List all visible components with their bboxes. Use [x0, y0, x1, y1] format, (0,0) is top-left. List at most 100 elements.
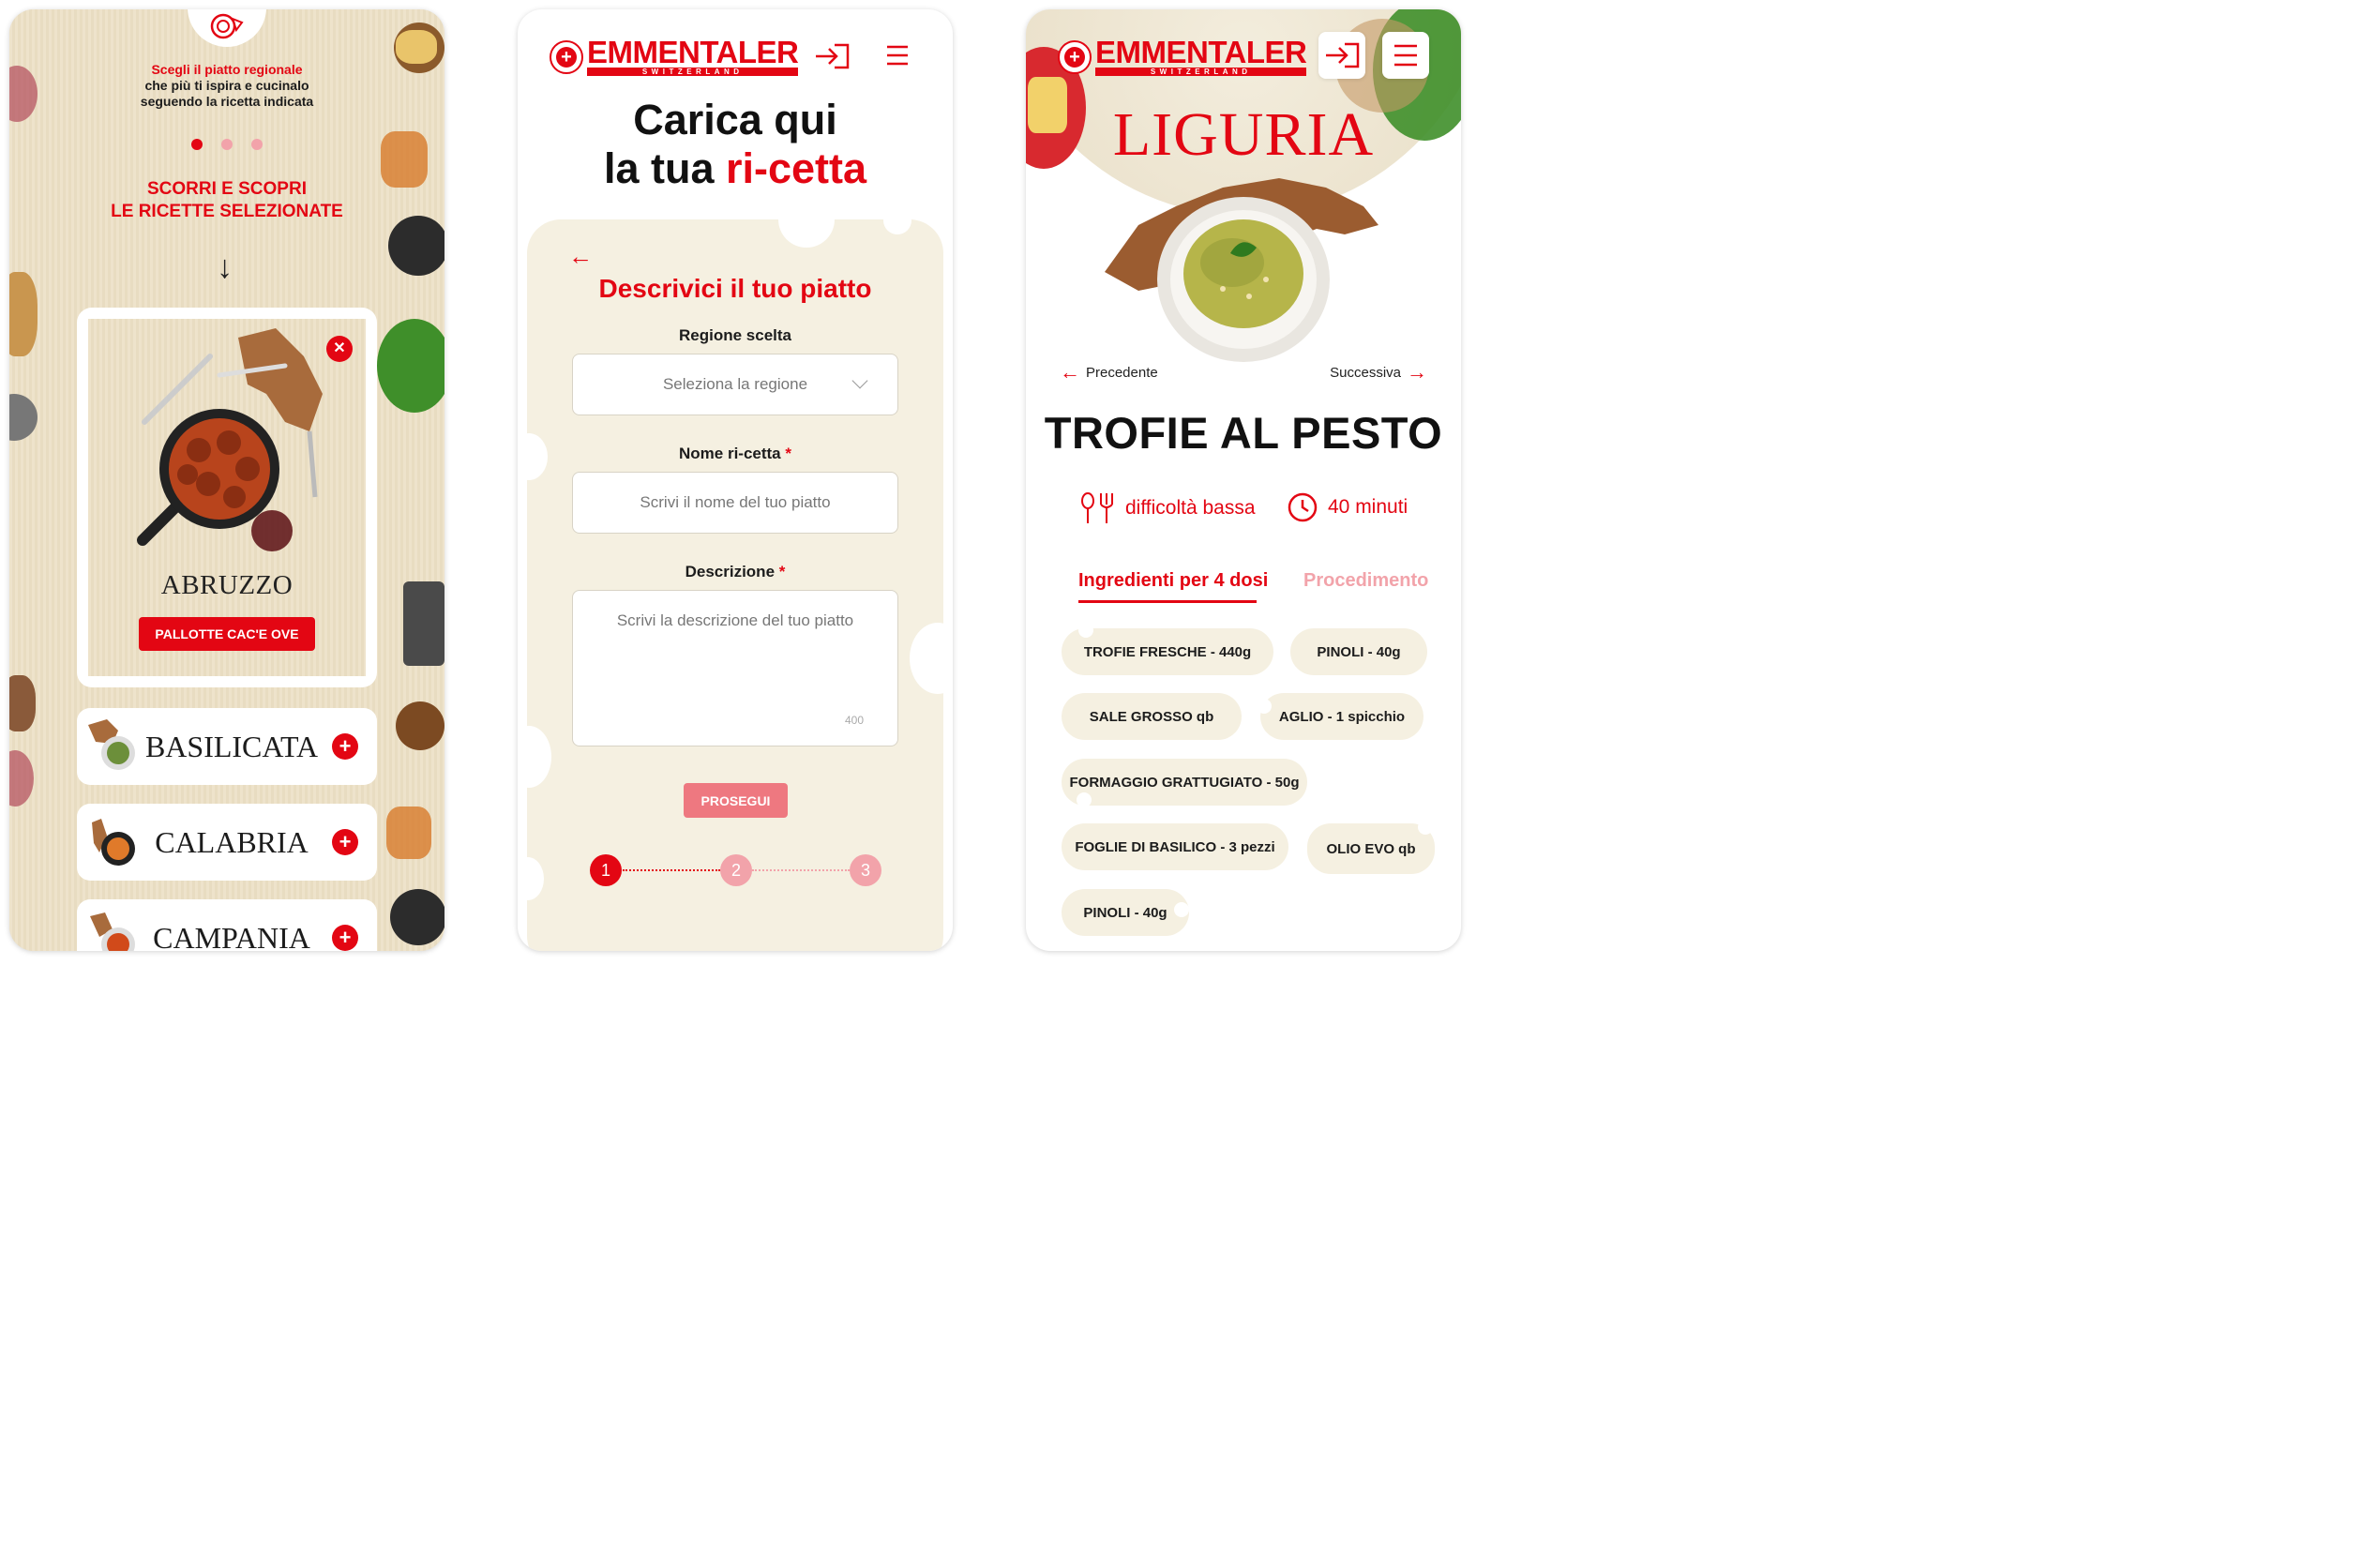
bread-decoration [9, 272, 38, 356]
scroll-heading-line: LE RICETTE SELEZIONATE [111, 202, 343, 221]
plus-icon[interactable]: + [332, 829, 358, 855]
difficulty-info: difficoltà bassa [1078, 491, 1256, 525]
menu-icon[interactable] [885, 43, 910, 68]
next-link[interactable]: Successiva → [1330, 360, 1427, 384]
recipe-name-input[interactable]: Scrivi il nome del tuo piatto [572, 472, 898, 534]
tab-ingredients[interactable]: Ingredienti per 4 dosi [1078, 570, 1268, 592]
tab-procedure[interactable]: Procedimento [1303, 570, 1428, 592]
next-label: Successiva [1330, 364, 1401, 381]
cheese-hole [518, 726, 551, 788]
ingredient-label: SALE GROSSO qb [1089, 708, 1214, 725]
plus-icon[interactable]: + [332, 925, 358, 951]
region-name: BASILICATA [144, 729, 319, 763]
region-title: LIGURIA [1112, 100, 1375, 169]
ingredient-label: FOGLIE DI BASILICO - 3 pezzi [1075, 838, 1275, 855]
recipe-button[interactable]: PALLOTTE CAC'E OVE [139, 617, 315, 651]
recipe-detail-screen: EMMENTALER SWITZERLAND LIGURIA ← Precede… [1026, 9, 1461, 951]
cheese-hole [910, 623, 953, 694]
chip-notch [1418, 820, 1433, 835]
title-line: Carica qui [633, 96, 837, 143]
time-label: 40 minuti [1328, 496, 1408, 518]
carousel-dot[interactable] [221, 139, 233, 150]
step-indicator-active: 1 [590, 854, 622, 886]
region-name: CALABRIA [155, 824, 309, 859]
intro-line: seguendo la ricetta indicata [140, 94, 314, 109]
label-text: Nome ri-cetta [679, 445, 781, 462]
region-name: CAMPANIA [153, 920, 310, 952]
emmentaler-logo[interactable]: EMMENTALER SWITZERLAND [1058, 35, 1307, 76]
menu-button[interactable] [1382, 32, 1429, 79]
swiss-seal-icon [550, 40, 583, 74]
recipe-title: TROFIE AL PESTO [1044, 408, 1443, 458]
description-placeholder: Scrivi la descrizione del tuo piatto [616, 611, 854, 629]
name-label: Nome ri-cetta * [518, 445, 953, 463]
basil-decoration [377, 319, 444, 413]
previous-label: Precedente [1086, 364, 1158, 381]
step-indicator: 3 [850, 854, 881, 886]
cutlery-icon [1081, 492, 1113, 523]
region-select[interactable]: Seleziona la regione [572, 354, 898, 415]
required-mark: * [778, 563, 786, 580]
description-label: Descrizione * [518, 563, 953, 581]
continue-button[interactable]: PROSEGUI [684, 783, 788, 818]
previous-link[interactable]: ← Precedente [1060, 360, 1158, 384]
ingredient-label: TROFIE FRESCHE - 440g [1083, 643, 1252, 660]
scroll-heading: SCORRI E SCOPRI LE RICETTE SELEZIONATE [9, 178, 444, 223]
ingredient-chip: PINOLI - 40g [1062, 889, 1189, 936]
char-counter: 400 [844, 714, 864, 727]
region-placeholder: Seleziona la regione [662, 375, 808, 393]
label-text: Descrizione [685, 563, 776, 580]
title-highlight: ri-cetta [725, 144, 867, 192]
arrow-left-icon: ← [1060, 360, 1080, 384]
back-arrow-icon[interactable]: ← [568, 242, 593, 271]
ingredient-label: FORMAGGIO GRATTUGIATO - 50g [1069, 774, 1300, 791]
pasta-decoration [386, 807, 431, 859]
login-icon[interactable] [814, 43, 850, 69]
region-card-calabria[interactable]: CALABRIA + [77, 804, 377, 881]
close-icon[interactable]: ✕ [326, 336, 353, 362]
time-info: 40 minuti [1287, 491, 1408, 523]
arrow-right-icon: → [1407, 360, 1427, 384]
ingredient-chip: AGLIO - 1 spicchio [1257, 693, 1423, 740]
brand-name: EMMENTALER [587, 35, 799, 69]
region-card-basilicata[interactable]: BASILICATA + [77, 708, 377, 785]
intro-line: Scegli il piatto regionale [151, 62, 303, 77]
region-card-campania[interactable]: CAMPANIA + [77, 899, 377, 951]
regions-screen: Scegli il piatto regionale che più ti is… [9, 9, 444, 951]
login-button[interactable] [1318, 32, 1365, 79]
mushroom-decoration [9, 675, 36, 731]
mortar-decoration [390, 889, 444, 945]
description-textarea[interactable]: Scrivi la descrizione del tuo piatto 400 [572, 590, 898, 746]
clock-icon [1288, 492, 1318, 522]
ingredient-chip: PINOLI - 40g [1290, 628, 1427, 675]
step-indicator: 2 [720, 854, 752, 886]
chip-notch [1077, 792, 1092, 807]
chevron-down-icon [851, 372, 868, 389]
dish-illustration [1105, 178, 1378, 362]
carousel-dot-active[interactable] [191, 139, 203, 150]
tab-indicator [1078, 600, 1257, 603]
carousel-dot[interactable] [251, 139, 263, 150]
carousel-dots [9, 139, 444, 150]
region-card-expanded[interactable]: ✕ ABRUZZO PALLOTTE CAC'E OVE [77, 308, 377, 687]
chip-notch [1257, 699, 1272, 714]
name-placeholder: Scrivi il nome del tuo piatto [640, 493, 831, 511]
plus-icon[interactable]: + [332, 733, 358, 760]
emmentaler-logo[interactable]: EMMENTALER SWITZERLAND [550, 35, 799, 76]
cheese-hole [778, 191, 835, 248]
swiss-seal-icon [1058, 40, 1092, 74]
intro-line: che più ti ispira e cucinalo [144, 78, 309, 93]
ingredient-label: AGLIO - 1 spicchio [1278, 708, 1406, 725]
region-label: Regione scelta [679, 326, 791, 344]
brand-name: EMMENTALER [1095, 35, 1307, 69]
title-line: la tua ri-cetta [518, 144, 953, 193]
page-title: Carica qui la tua ri-cetta [518, 96, 953, 193]
chip-notch [1174, 902, 1189, 917]
difficulty-label: difficoltà bassa [1125, 497, 1256, 519]
ingredient-label: OLIO EVO qb [1326, 840, 1416, 857]
chip-notch [1078, 623, 1093, 638]
ingredient-label: PINOLI - 40g [1317, 643, 1401, 660]
cheese-hole [883, 206, 911, 234]
ingredient-chip: OLIO EVO qb [1307, 820, 1435, 874]
form-subtitle: Descrivici il tuo piatto [598, 274, 872, 303]
